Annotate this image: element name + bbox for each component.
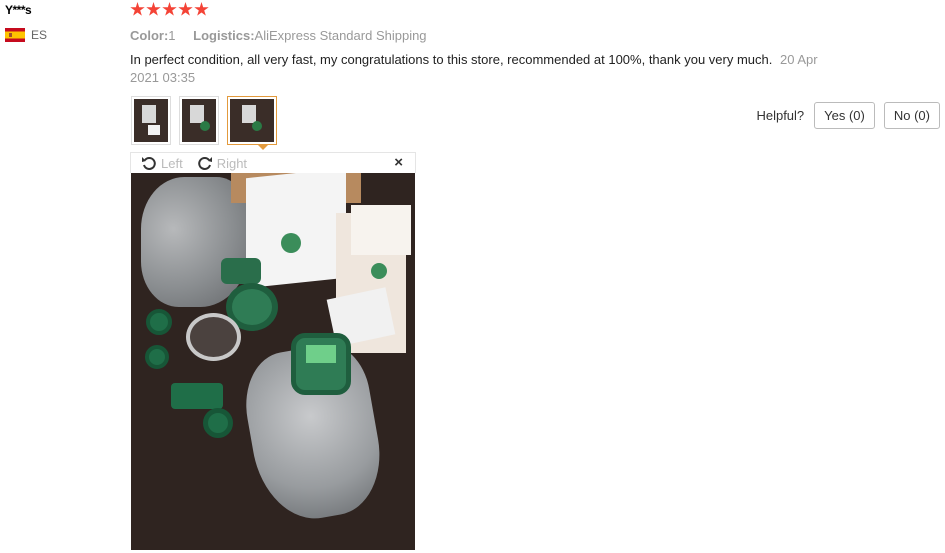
attribute-value-color: 1 [168,28,176,43]
reviewer-country: ES [5,28,47,42]
helpful-vote: Helpful? Yes (0) No (0) [756,102,940,129]
helpful-label: Helpful? [756,108,805,123]
helpful-no-button[interactable]: No (0) [883,102,940,129]
attribute-value-logistics: AliExpress Standard Shipping [254,28,427,43]
star-icon [130,2,145,16]
star-icon [178,2,193,16]
reviewer-name: Y***s [5,3,32,17]
order-attributes: Color:1 Logistics:AliExpress Standard Sh… [130,28,441,43]
helpful-yes-button[interactable]: Yes (0) [814,102,875,129]
thumbnail-image [134,99,168,142]
star-icon [194,2,209,16]
review-item: Y***s ES Color:1 Logistics:AliExpress St… [0,0,945,553]
thumbnail-image [182,99,216,142]
review-photo-enlarged [131,173,415,550]
rotate-left-label: Left [161,155,183,171]
rotate-right-icon [197,157,212,170]
star-icon [162,2,177,16]
review-thumbnails [131,96,277,145]
rotate-left-button[interactable]: Left [141,155,183,171]
review-body: In perfect condition, all very fast, my … [130,51,850,87]
thumbnail-2[interactable] [179,96,219,145]
country-code: ES [31,28,48,42]
review-text: In perfect condition, all very fast, my … [130,52,773,67]
thumbnail-1[interactable] [131,96,171,145]
rotate-right-button[interactable]: Right [197,155,247,171]
attribute-label-logistics: Logistics: [193,28,255,43]
thumbnail-image [230,99,274,142]
rotate-left-icon [142,157,156,170]
image-viewer-toolbar: Left Right × [130,152,416,173]
thumbnail-3[interactable] [227,96,277,145]
close-viewer-button[interactable]: × [394,154,403,171]
selected-thumbnail-caret [257,144,269,150]
rotate-right-label: Right [216,155,248,171]
star-icon [146,2,161,16]
star-rating [130,2,209,17]
spain-flag-icon [5,28,25,42]
attribute-label-color: Color: [130,28,169,43]
